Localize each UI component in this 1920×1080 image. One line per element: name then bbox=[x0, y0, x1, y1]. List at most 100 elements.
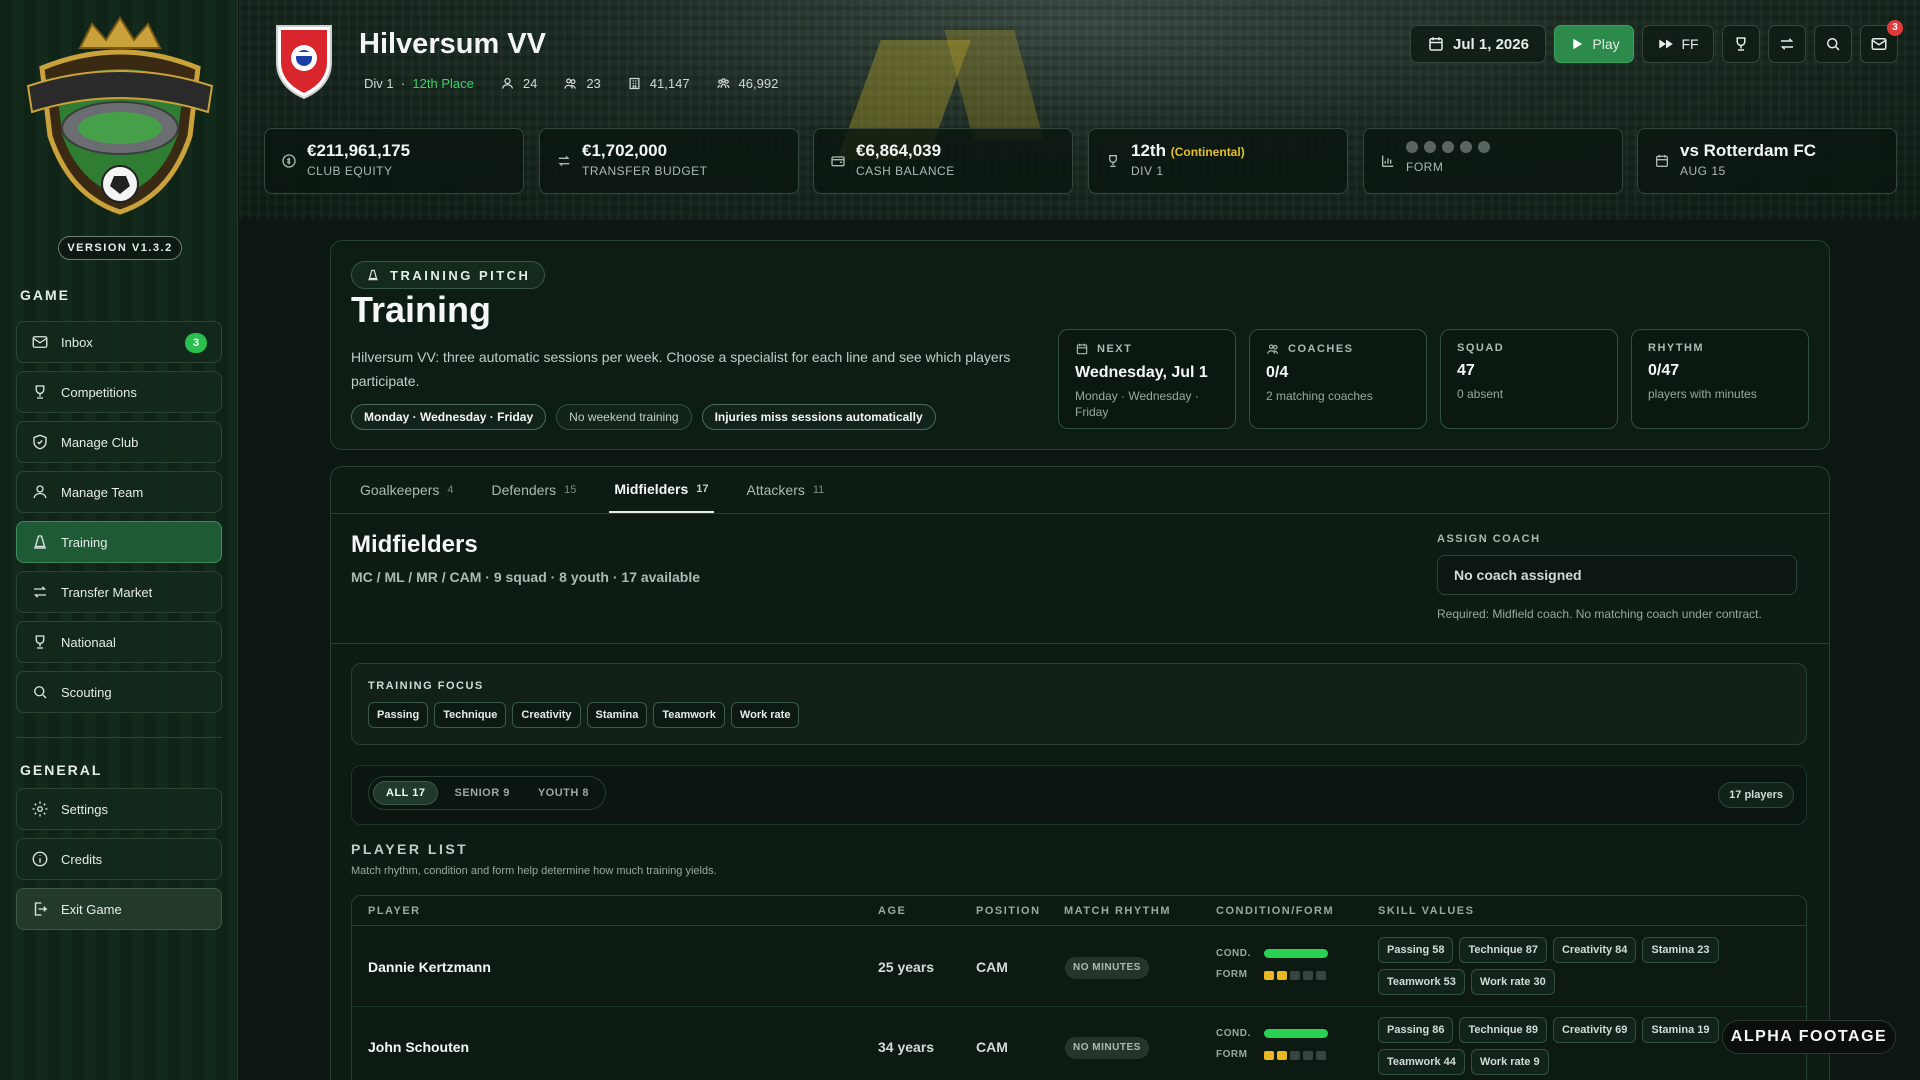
stat-value: €211,961,175 bbox=[307, 141, 411, 160]
sidebar-item-transfer-market[interactable]: Transfer Market bbox=[16, 571, 222, 613]
tab-count: 11 bbox=[812, 484, 825, 496]
sidebar-item-scouting[interactable]: Scouting bbox=[16, 671, 222, 713]
training-focus-label: TRAINING FOCUS bbox=[368, 680, 484, 692]
focus-chip-creativity[interactable]: Creativity bbox=[512, 702, 581, 728]
focus-chip-work-rate[interactable]: Work rate bbox=[730, 702, 800, 728]
top-controls: Jul 1, 2026 Play FF 3 bbox=[1410, 20, 1903, 63]
tab-attackers[interactable]: Attackers 11 bbox=[742, 467, 830, 513]
form-squares bbox=[1264, 1051, 1326, 1060]
sidebar-item-competitions[interactable]: Competitions bbox=[16, 371, 222, 413]
form-squares bbox=[1264, 971, 1326, 980]
filter-senior[interactable]: SENIOR 9 bbox=[442, 781, 521, 805]
filter-youth[interactable]: YOUTH 8 bbox=[526, 781, 601, 805]
form-square bbox=[1290, 971, 1300, 980]
tab-label: Attackers bbox=[746, 482, 805, 498]
assign-coach-select[interactable]: No coach assigned bbox=[1437, 555, 1797, 595]
tab-label: Goalkeepers bbox=[360, 482, 440, 498]
tab-goalkeepers[interactable]: Goalkeepers 4 bbox=[355, 467, 459, 513]
sidebar-item-manage-club[interactable]: Manage Club bbox=[16, 421, 222, 463]
position-line-panel: Goalkeepers 4 Defenders 15 Midfielders 17 A… bbox=[330, 466, 1830, 1080]
club-meta: Div 1 · 12th Place 24 23 41,147 46,992 bbox=[364, 76, 778, 91]
calendar-icon bbox=[1656, 155, 1668, 167]
player-list-subtitle: Match rhythm, condition and form help de… bbox=[351, 865, 717, 877]
training-overview-panel: TRAINING PITCH Training Hilversum VV: th… bbox=[330, 240, 1830, 450]
inbox-count-badge: 3 bbox=[185, 333, 207, 353]
sidebar-item-label: Settings bbox=[61, 801, 108, 817]
table-header: PLAYER AGE POSITION MATCH RHYTHM CONDITI… bbox=[352, 896, 1806, 926]
tab-defenders[interactable]: Defenders 15 bbox=[487, 467, 582, 513]
condition-label: COND. bbox=[1216, 1028, 1251, 1039]
sidebar-item-training[interactable]: Training bbox=[16, 521, 222, 563]
focus-chip-technique[interactable]: Technique bbox=[434, 702, 507, 728]
form-square bbox=[1316, 1051, 1326, 1060]
condition-label: COND. bbox=[1216, 948, 1251, 959]
table-row[interactable]: John Schouten 34 years CAM NO MINUTES CO… bbox=[352, 1007, 1806, 1080]
stat-next-match[interactable]: vs Rotterdam FC AUG 15 bbox=[1637, 128, 1897, 194]
form-label: FORM bbox=[1216, 1049, 1248, 1060]
column-header: POSITION bbox=[976, 905, 1041, 917]
table-row[interactable]: Dannie Kertzmann 25 years CAM NO MINUTES… bbox=[352, 927, 1806, 1007]
search-button[interactable] bbox=[1814, 25, 1852, 63]
mail-icon bbox=[1871, 38, 1887, 50]
sidebar-item-credits[interactable]: Credits bbox=[16, 838, 222, 880]
match-rhythm-badge: NO MINUTES bbox=[1065, 1037, 1149, 1059]
tag-injuries: Injuries miss sessions automatically bbox=[701, 404, 936, 430]
search-icon bbox=[34, 686, 47, 699]
stat-value: €1,702,000 bbox=[582, 141, 668, 160]
sidebar-item-nationaal[interactable]: Nationaal bbox=[16, 621, 222, 663]
form-dot bbox=[1442, 141, 1454, 153]
skill-chip: Work rate 9 bbox=[1470, 1049, 1549, 1075]
sidebar-item-label: Manage Team bbox=[61, 484, 144, 500]
fast-forward-button[interactable]: FF bbox=[1642, 25, 1714, 63]
date-button[interactable]: Jul 1, 2026 bbox=[1410, 25, 1546, 63]
skill-values: Passing 58 Technique 87 Creativity 84 St… bbox=[1378, 937, 1738, 995]
assign-coach-label: ASSIGN COACH bbox=[1437, 533, 1541, 545]
player-age: 34 years bbox=[878, 1039, 935, 1055]
stat-value: 12th (Continental) bbox=[1131, 141, 1347, 161]
sidebar-item-label: Scouting bbox=[61, 684, 112, 700]
sidebar-item-label: Exit Game bbox=[61, 901, 122, 917]
meta-stadium: 41,147 bbox=[627, 76, 690, 91]
trophy-button[interactable] bbox=[1722, 25, 1760, 63]
sidebar-item-inbox[interactable]: Inbox 3 bbox=[16, 321, 222, 363]
focus-chip-teamwork[interactable]: Teamwork bbox=[653, 702, 725, 728]
page-title: Training bbox=[351, 289, 492, 330]
transfers-button[interactable] bbox=[1768, 25, 1806, 63]
trophy-icon bbox=[1109, 155, 1117, 167]
squad-filter: ALL 17 SENIOR 9 YOUTH 8 bbox=[368, 776, 607, 810]
card-label: NEXT bbox=[1097, 343, 1133, 355]
focus-chip-passing[interactable]: Passing bbox=[368, 702, 429, 728]
filter-all[interactable]: ALL 17 bbox=[373, 781, 439, 805]
skill-chip: Stamina 19 bbox=[1642, 1017, 1719, 1043]
info-card-rhythm: RHYTHM 0/47 players with minutes bbox=[1631, 329, 1809, 429]
column-header: PLAYER bbox=[368, 905, 421, 917]
player-position: CAM bbox=[976, 1039, 1008, 1055]
focus-chip-stamina[interactable]: Stamina bbox=[586, 702, 648, 728]
meta-value: 23 bbox=[586, 76, 601, 91]
sidebar-item-exit-game[interactable]: Exit Game bbox=[16, 888, 222, 930]
skill-chip: Teamwork 53 bbox=[1378, 969, 1465, 995]
person-icon bbox=[33, 485, 47, 499]
tab-label: Defenders bbox=[491, 482, 557, 498]
fans-icon bbox=[716, 78, 730, 89]
play-button[interactable]: Play bbox=[1554, 25, 1634, 63]
meta-players: 24 bbox=[500, 76, 537, 91]
division-link[interactable]: Div 1 · 12th Place bbox=[364, 76, 474, 91]
tab-midfielders[interactable]: Midfielders 17 bbox=[609, 467, 714, 513]
play-icon bbox=[1573, 38, 1583, 50]
players-icon bbox=[501, 77, 513, 89]
stat-transfer-budget: €1,702,000 TRANSFER BUDGET bbox=[539, 128, 799, 194]
sidebar-item-manage-team[interactable]: Manage Team bbox=[16, 471, 222, 513]
players-count-badge: 17 players bbox=[1718, 782, 1794, 808]
skill-chip: Technique 87 bbox=[1459, 937, 1547, 963]
meta-group: 23 bbox=[563, 76, 601, 91]
skill-values: Passing 86 Technique 89 Creativity 69 St… bbox=[1378, 1017, 1738, 1075]
division-label: Div 1 bbox=[364, 76, 394, 91]
section-label-general: GENERAL bbox=[20, 762, 103, 778]
player-age: 25 years bbox=[878, 959, 935, 975]
mail-button[interactable]: 3 bbox=[1860, 20, 1903, 63]
sidebar-item-settings[interactable]: Settings bbox=[16, 788, 222, 830]
card-label: SQUAD bbox=[1457, 342, 1505, 354]
column-header: MATCH RHYTHM bbox=[1064, 905, 1172, 917]
pill-label: TRAINING PITCH bbox=[390, 267, 531, 283]
